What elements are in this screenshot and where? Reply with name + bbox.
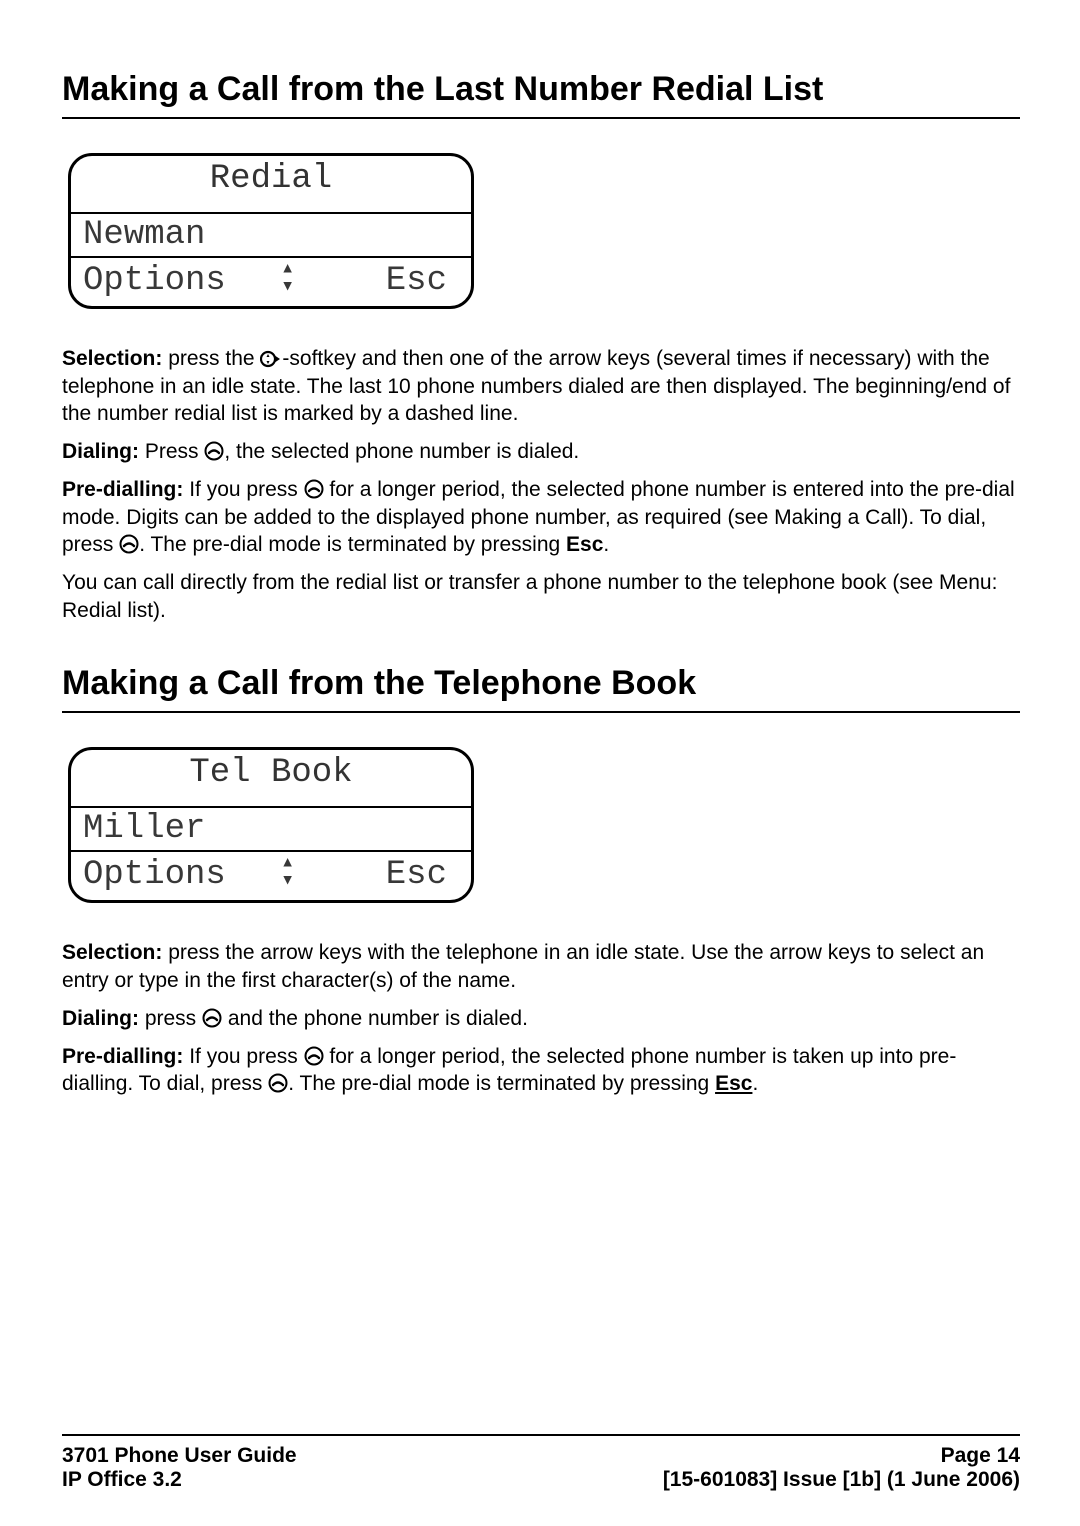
- lcd-title: Tel Book: [189, 754, 352, 792]
- section-rule: [62, 711, 1020, 713]
- footer-left-2: IP Office 3.2: [62, 1468, 182, 1492]
- lcd-title: Redial: [210, 160, 332, 198]
- footer-right-2: [15-601083] Issue [1b] (1 June 2006): [663, 1468, 1020, 1492]
- text: If you press: [183, 478, 303, 501]
- hook-icon: [304, 479, 324, 499]
- para-selection-1: Selection: press the -softkey and then o…: [62, 345, 1020, 428]
- hook-icon: [202, 1008, 222, 1028]
- lcd-options: Options: [83, 264, 226, 298]
- lcd-esc: Esc: [386, 264, 447, 298]
- phone-display-redial: Redial Newman Options Esc: [68, 153, 474, 309]
- footer-right-1: Page 14: [941, 1444, 1020, 1468]
- esc-key: Esc: [566, 533, 603, 556]
- text: . The pre-dial mode is terminated by pre…: [288, 1072, 715, 1095]
- lcd-name: Miller: [83, 812, 205, 846]
- label-predial: Pre-dialling:: [62, 1045, 183, 1068]
- section-heading: Making a Call from the Telephone Book: [62, 664, 1020, 703]
- hook-icon: [204, 441, 224, 461]
- text: . The pre-dial mode is terminated by pre…: [139, 533, 566, 556]
- para-dialing-2: Dialing: press and the phone number is d…: [62, 1005, 1020, 1033]
- section-rule: [62, 117, 1020, 119]
- page-footer: 3701 Phone User Guide Page 14 IP Office …: [62, 1434, 1020, 1492]
- para-predial-1: Pre-dialling: If you press for a longer …: [62, 476, 1020, 559]
- up-down-icon: [281, 258, 294, 298]
- section-heading: Making a Call from the Last Number Redia…: [62, 70, 1020, 109]
- footer-left-1: 3701 Phone User Guide: [62, 1444, 297, 1468]
- text: .: [752, 1072, 758, 1095]
- text: press: [139, 1007, 202, 1030]
- para-redial-ref: You can call directly from the redial li…: [62, 569, 1020, 624]
- label-selection: Selection:: [62, 347, 162, 370]
- text: , the selected phone number is dialed.: [224, 440, 579, 463]
- text: .: [603, 533, 609, 556]
- label-selection: Selection:: [62, 941, 162, 964]
- label-dialing: Dialing:: [62, 440, 139, 463]
- label-predial: Pre-dialling:: [62, 478, 183, 501]
- para-dialing-1: Dialing: Press , the selected phone numb…: [62, 438, 1020, 466]
- softkey-icon: [260, 350, 282, 368]
- lcd-options: Options: [83, 858, 226, 892]
- text: press the arrow keys with the telephone …: [62, 941, 984, 992]
- text: press the: [162, 347, 260, 370]
- text: If you press: [183, 1045, 303, 1068]
- para-predial-2: Pre-dialling: If you press for a longer …: [62, 1043, 1020, 1098]
- esc-key: Esc: [715, 1072, 752, 1095]
- text: and the phone number is dialed.: [222, 1007, 528, 1030]
- lcd-name: Newman: [83, 218, 205, 252]
- hook-icon: [268, 1073, 288, 1093]
- phone-display-telbook: Tel Book Miller Options Esc: [68, 747, 474, 903]
- up-down-icon: [281, 852, 294, 892]
- text: Press: [139, 440, 204, 463]
- hook-icon: [304, 1046, 324, 1066]
- footer-rule: [62, 1434, 1020, 1436]
- label-dialing: Dialing:: [62, 1007, 139, 1030]
- para-selection-2: Selection: press the arrow keys with the…: [62, 939, 1020, 994]
- lcd-esc: Esc: [386, 858, 447, 892]
- hook-icon: [119, 534, 139, 554]
